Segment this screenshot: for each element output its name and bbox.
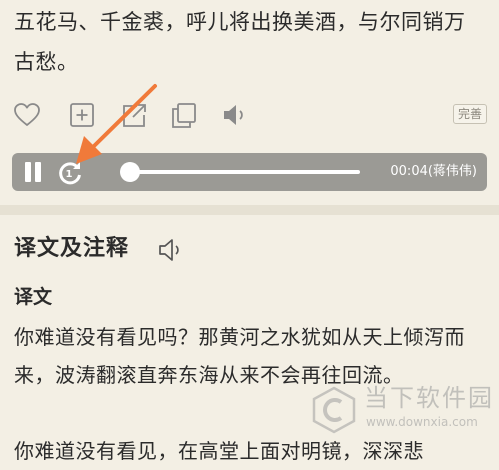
replay-count: 1 bbox=[66, 169, 73, 180]
section-title: 译文及注释 bbox=[14, 236, 130, 261]
translation-heading: 译文 bbox=[14, 286, 53, 308]
watermark-url: www.downxia.com bbox=[366, 415, 478, 429]
watermark-name: 当下软件园 bbox=[364, 384, 494, 412]
progress-knob[interactable] bbox=[120, 162, 140, 182]
time-label: 00:04(蒋伟伟) bbox=[390, 164, 477, 179]
audio-player: 1 00:04(蒋伟伟) bbox=[12, 153, 487, 191]
watermark-logo-icon bbox=[308, 384, 360, 436]
action-bar: 完善 bbox=[0, 98, 499, 134]
poem-line-1: 五花马、千金裘，呼儿将出换美酒，与尔同销万 bbox=[14, 10, 466, 34]
speaker-outline-icon[interactable] bbox=[157, 236, 187, 264]
copy-icon[interactable] bbox=[169, 100, 199, 130]
speaker-icon[interactable] bbox=[220, 100, 250, 130]
progress-track[interactable] bbox=[128, 170, 360, 174]
heart-icon[interactable] bbox=[12, 100, 42, 130]
share-icon[interactable] bbox=[119, 100, 149, 130]
poem-text: 五花马、千金裘，呼儿将出换美酒，与尔同销万 古愁。 bbox=[14, 2, 494, 82]
watermark: 当下软件园 www.downxia.com bbox=[300, 380, 496, 440]
poem-line-2: 古愁。 bbox=[14, 50, 79, 74]
complete-button[interactable]: 完善 bbox=[452, 104, 487, 124]
section-divider bbox=[0, 205, 499, 215]
replay-icon[interactable]: 1 bbox=[56, 159, 84, 187]
add-box-icon[interactable] bbox=[67, 100, 97, 130]
pause-icon[interactable] bbox=[22, 162, 44, 182]
